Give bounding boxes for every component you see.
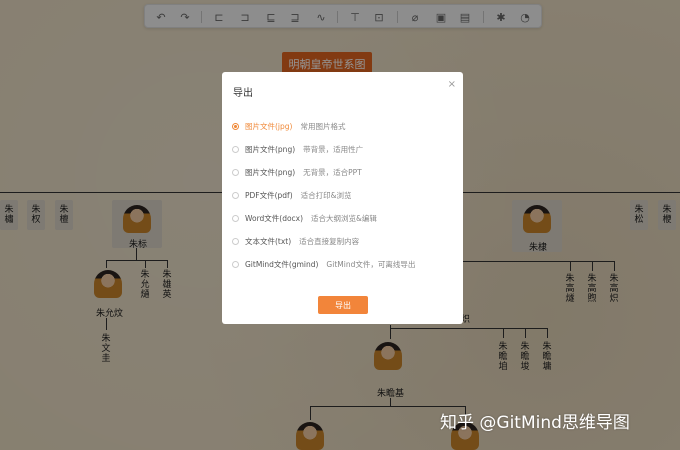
close-icon[interactable]: × [448, 79, 456, 90]
option-description: GitMind文件，可离线导出 [326, 259, 416, 269]
option-description: 适合直接复制内容 [299, 236, 360, 246]
option-description: 常用图片格式 [300, 121, 346, 131]
export-option-jpg[interactable]: 图片文件(jpg) 常用图片格式 [232, 119, 345, 133]
watermark-text: 知乎 @GitMind思维导图 [440, 413, 630, 433]
option-label: 图片文件(png) [245, 144, 296, 154]
radio-icon[interactable] [232, 145, 239, 153]
export-option-txt[interactable]: 文本文件(txt) 适合直接复制内容 [232, 234, 359, 248]
export-option-docx[interactable]: Word文件(docx) 适合大纲浏览&编辑 [232, 211, 377, 225]
radio-icon[interactable] [232, 191, 239, 199]
radio-icon[interactable] [232, 168, 239, 176]
option-label: Word文件(docx) [245, 213, 304, 223]
option-label: 图片文件(jpg) [245, 121, 293, 131]
option-label: 文本文件(txt) [245, 236, 292, 246]
radio-icon[interactable] [232, 122, 239, 130]
dialog-title: 导出 [233, 88, 253, 99]
export-option-png-bg[interactable]: 图片文件(png) 带背景，适用性广 [232, 142, 363, 156]
export-button[interactable]: 导出 [318, 296, 368, 314]
export-option-gmind[interactable]: GitMind文件(gmind) GitMind文件，可离线导出 [232, 257, 415, 271]
option-description: 适合大纲浏览&编辑 [311, 213, 377, 223]
export-dialog: 导出 × 图片文件(jpg) 常用图片格式 图片文件(png) 带背景，适用性广… [222, 72, 463, 324]
option-description: 带背景，适用性广 [303, 144, 364, 154]
option-label: 图片文件(png) [245, 167, 296, 177]
option-label: GitMind文件(gmind) [245, 259, 319, 269]
export-option-png-transparent[interactable]: 图片文件(png) 无背景，适合PPT [232, 165, 362, 179]
option-description: 无背景，适合PPT [303, 167, 362, 177]
radio-icon[interactable] [232, 237, 239, 245]
radio-icon[interactable] [232, 260, 239, 268]
option-description: 适合打印&浏览 [300, 190, 352, 200]
radio-icon[interactable] [232, 214, 239, 222]
option-label: PDF文件(pdf) [245, 190, 293, 200]
export-option-pdf[interactable]: PDF文件(pdf) 适合打印&浏览 [232, 188, 352, 202]
